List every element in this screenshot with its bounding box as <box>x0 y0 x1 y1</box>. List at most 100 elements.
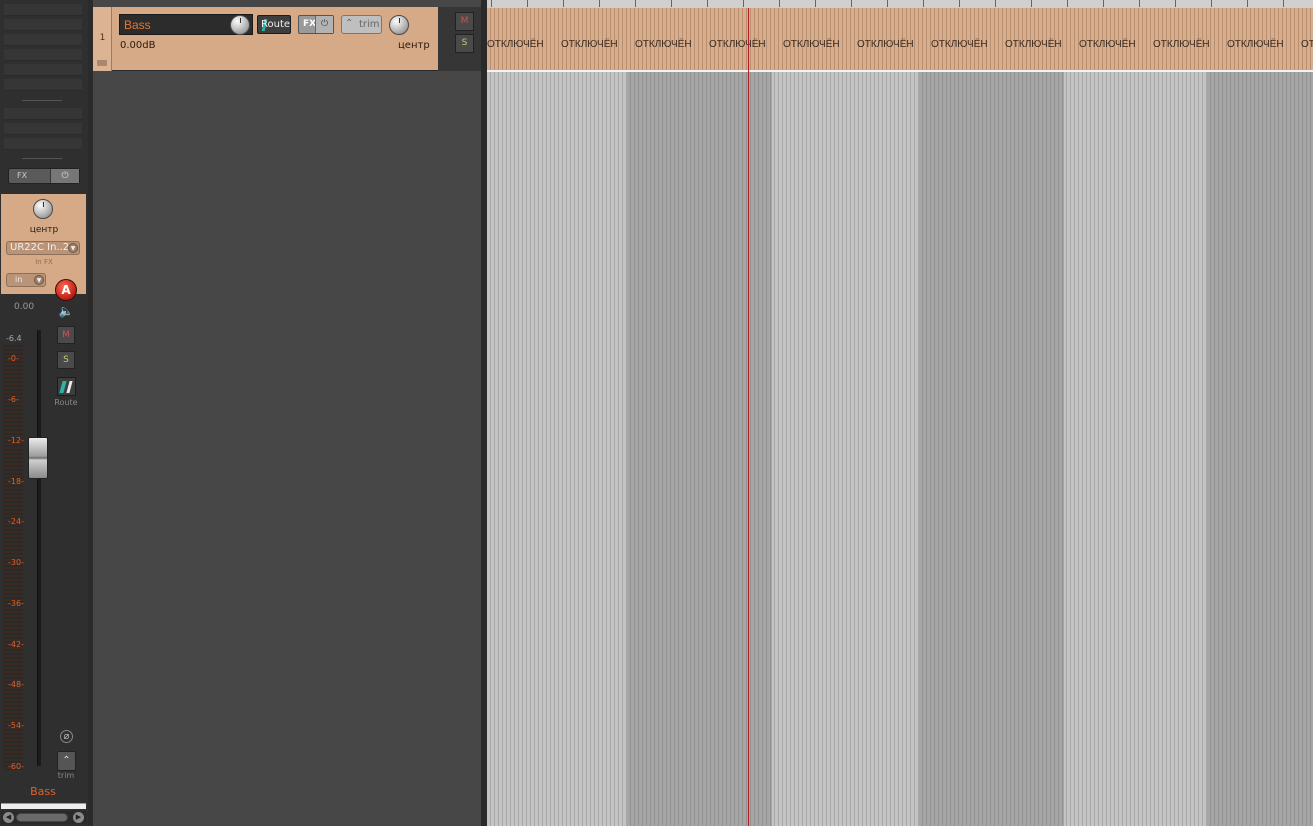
pan-knob[interactable] <box>389 15 409 35</box>
mixer-track-color-bar <box>1 803 86 809</box>
fx-bypass-icon[interactable]: ⏻ <box>50 169 79 183</box>
fx-slot[interactable] <box>4 34 82 46</box>
input-selector[interactable]: UR22C In..2 ▼ <box>6 241 80 255</box>
trim-button[interactable]: ⌃ trim <box>341 15 382 34</box>
mixer-scrollbar[interactable]: ◀ ▶ <box>1 811 87 824</box>
ruler-tick <box>1247 0 1248 7</box>
monitor-label: in <box>15 275 23 284</box>
scroll-left-icon[interactable]: ◀ <box>3 812 14 823</box>
track-number: 1 <box>99 33 106 43</box>
ruler-tick <box>707 0 708 7</box>
time-shade <box>627 72 772 826</box>
send-slot[interactable] <box>4 108 82 120</box>
ruler-tick <box>887 0 888 7</box>
segment-label: ОТКЛЮЧЁН <box>1153 39 1210 50</box>
folder-icon[interactable] <box>97 60 107 66</box>
ruler-tick <box>959 0 960 7</box>
route-label: Route <box>261 19 291 30</box>
ruler-tick <box>743 0 744 7</box>
db-tick: -24- <box>8 517 24 526</box>
fx-label: FX <box>17 171 28 180</box>
envelope-icon: ⌃ <box>345 18 354 29</box>
db-tick: -42- <box>8 640 24 649</box>
fx-button[interactable]: FX ⏻ <box>8 168 80 184</box>
pan-label: центр <box>398 40 430 51</box>
edit-cursor <box>748 8 749 826</box>
route-label: Route <box>54 398 78 407</box>
ruler-tick <box>1211 0 1212 7</box>
segment-label: ОТКЛЮЧЁН <box>857 39 914 50</box>
mute-button[interactable]: M <box>57 326 75 344</box>
ruler-tick <box>563 0 564 7</box>
ruler-tick <box>851 0 852 7</box>
ruler-tick <box>527 0 528 7</box>
chevron-down-icon: ▼ <box>34 275 44 285</box>
segment-label: ОТКЛЮЧЁН <box>709 39 766 50</box>
solo-button[interactable]: S <box>57 351 75 369</box>
segment-label: ОТКЛЮЧЁН <box>931 39 988 50</box>
input-fx-label[interactable]: In FX <box>0 258 88 266</box>
volume-fader-handle[interactable] <box>28 437 48 479</box>
time-shade <box>919 72 1064 826</box>
segment-label: ОТКЛЮЧЁН <box>635 39 692 50</box>
segment-label: ОТКЛЮЧЁН <box>1079 39 1136 50</box>
fx-slot[interactable] <box>4 79 82 91</box>
fx-slot[interactable] <box>4 64 82 76</box>
trim-label: trim <box>57 771 75 780</box>
fx-button[interactable]: FX ⏻ <box>298 15 334 34</box>
time-shade <box>1207 72 1313 826</box>
db-tick: -54- <box>8 721 24 730</box>
ruler-tick <box>491 0 492 7</box>
track-name: Bass <box>124 18 151 32</box>
db-tick: -12- <box>8 436 24 445</box>
fx-slot[interactable] <box>4 4 82 16</box>
scroll-right-icon[interactable]: ▶ <box>73 812 84 823</box>
scrollbar-thumb[interactable] <box>16 813 68 822</box>
media-item[interactable]: ОТКЛЮЧЁН ОТКЛЮЧЁН ОТКЛЮЧЁН ОТКЛЮЧЁН ОТКЛЮЧЁН… <box>487 8 1313 72</box>
segment-label: ОТКЛЮЧЁН <box>561 39 618 50</box>
send-slot[interactable] <box>4 123 82 135</box>
ruler-tick <box>995 0 996 7</box>
pan-label: центр <box>29 225 59 235</box>
ruler-tick <box>1103 0 1104 7</box>
route-icon[interactable] <box>57 377 76 396</box>
ruler-tick <box>779 0 780 7</box>
ruler-tick <box>671 0 672 7</box>
phase-invert-icon[interactable]: ⌀ <box>60 730 73 743</box>
peak-value[interactable]: -6.4 <box>6 334 22 343</box>
db-tick: -6- <box>8 395 19 404</box>
db-tick: -30- <box>8 558 24 567</box>
volume-fader-track[interactable] <box>37 330 41 766</box>
fx-bypass-icon[interactable]: ⏻ <box>315 16 333 33</box>
db-tick: -36- <box>8 599 24 608</box>
track-panel-area[interactable] <box>93 0 481 826</box>
fx-slot[interactable] <box>4 19 82 31</box>
speaker-icon[interactable]: 🔈 <box>58 303 74 319</box>
solo-button[interactable]: S <box>455 34 474 53</box>
send-slot[interactable] <box>4 138 82 150</box>
ruler-tick <box>1139 0 1140 7</box>
ruler-tick <box>1175 0 1176 7</box>
segment-label: ОТКЛЮЧЁН <box>1227 39 1284 50</box>
ruler-tick <box>1031 0 1032 7</box>
trim-label: trim <box>359 19 380 30</box>
divider <box>22 100 62 101</box>
input-name: UR22C In..2 <box>10 242 70 253</box>
ruler-tick <box>635 0 636 7</box>
mixer-track-name[interactable]: Bass <box>0 785 86 798</box>
route-button[interactable]: Route <box>257 15 291 34</box>
fx-slot[interactable] <box>4 49 82 61</box>
segment-label: ОТКЛЮЧЁН <box>783 39 840 50</box>
db-tick: -60- <box>8 762 24 771</box>
db-tick: -48- <box>8 680 24 689</box>
chevron-down-icon: ▼ <box>68 243 78 253</box>
trim-envelope-icon[interactable]: ⌃ <box>57 751 76 771</box>
arrange-view[interactable] <box>487 0 1313 826</box>
mute-button[interactable]: M <box>455 12 474 31</box>
volume-value: 0.00dB <box>120 40 156 51</box>
pan-knob[interactable] <box>33 199 53 219</box>
monitor-selector[interactable]: in ▼ <box>6 273 46 287</box>
record-arm-button[interactable]: A <box>55 279 77 301</box>
db-tick: -18- <box>8 477 24 486</box>
volume-knob[interactable] <box>230 15 250 35</box>
